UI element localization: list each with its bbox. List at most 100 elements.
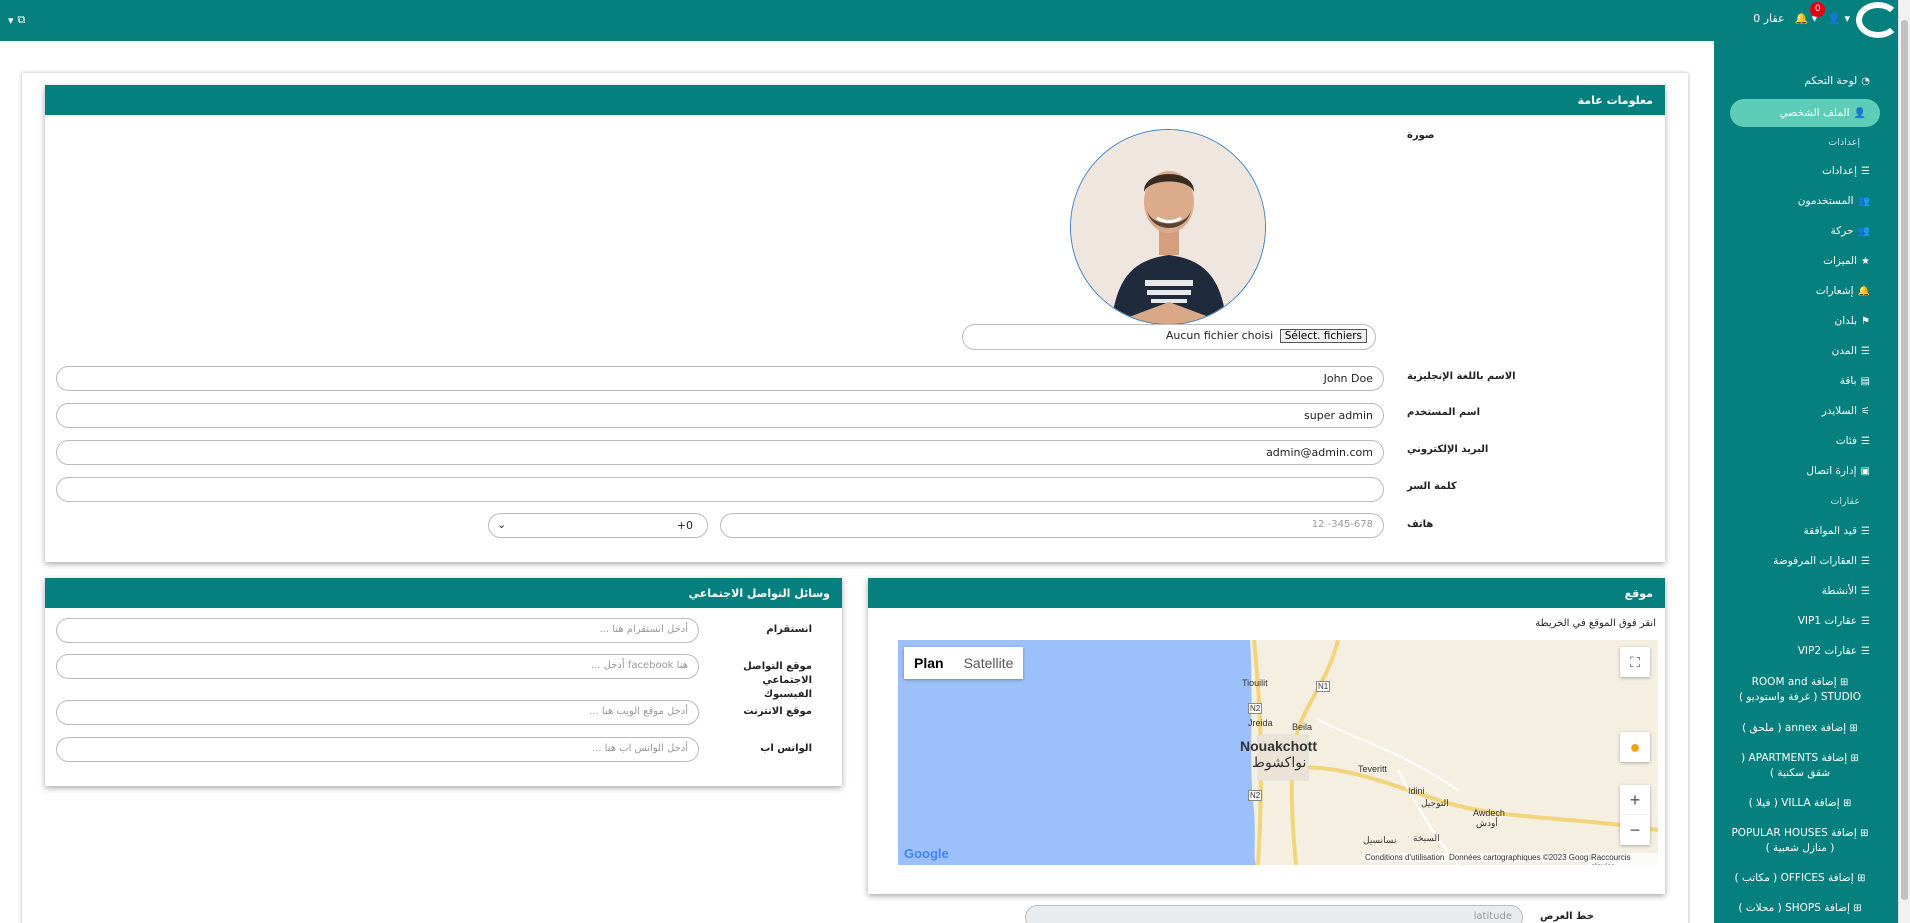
user-menu[interactable]: 👤 ▾: [1827, 12, 1850, 25]
star-icon: ★: [1861, 255, 1870, 267]
page-scrollbar[interactable]: [1898, 0, 1910, 923]
plus-square-icon: ⊞: [1850, 753, 1859, 764]
map-plan-button[interactable]: Plan: [904, 647, 954, 679]
map-place-sebkha: السبخة: [1413, 833, 1440, 843]
chevron-down-icon: ▾: [8, 13, 14, 27]
sidebar-item-add-annex[interactable]: ⊞ إضافة annex ( ملحق ): [1730, 721, 1870, 736]
sidebar-item-vip2[interactable]: ☰ عقارات VIP2: [1798, 645, 1870, 657]
sidebar-item-add-offices[interactable]: ⊞ إضافة OFFICES ( مكاتب ): [1730, 871, 1870, 886]
map-place-teveritt: Teveritt: [1358, 764, 1388, 774]
sidebar-item-notifications[interactable]: 🔔 إشعارات: [1816, 285, 1870, 297]
whatsapp-label: الواتس اب: [760, 743, 812, 754]
street-view-icon[interactable]: ●: [1620, 732, 1650, 762]
sidebar-item-add-shops[interactable]: ⊞ إضافة SHOPS ( محلات ): [1730, 901, 1870, 916]
properties-count[interactable]: 0 عقار: [1753, 12, 1784, 25]
instagram-input[interactable]: ... أدخل انستقرام هنا: [56, 618, 699, 643]
map-road-n2-north: N2: [1248, 703, 1263, 714]
sidebar-item-users[interactable]: 👥 المستخدمون: [1798, 195, 1870, 207]
plus-square-icon: ⊞: [1860, 828, 1869, 839]
sidebar-item-add-popular[interactable]: ⊞ إضافة POPULAR HOUSES ( منازل شعبية ): [1730, 826, 1870, 856]
sidebar-item-agency[interactable]: 👥 حركة: [1831, 225, 1870, 237]
sidebar-item-contact[interactable]: ▣ إدارة اتصال: [1806, 465, 1870, 477]
website-input[interactable]: ... أدخل موقع الويب هنا: [56, 700, 699, 725]
plus-square-icon: ⊞: [1839, 677, 1849, 688]
notifications-button[interactable]: 🔔 ▾ 0: [1794, 2, 1826, 25]
map-road-n1: N1: [1316, 681, 1331, 692]
map-satellite-button[interactable]: Satellite: [954, 647, 1024, 679]
list-icon: ☰: [1861, 555, 1870, 567]
latitude-label: خط العرض: [1540, 911, 1594, 922]
map-shortcuts-link[interactable]: Raccourcis clavier: [1588, 853, 1658, 865]
plus-square-icon: ⊞: [1843, 798, 1852, 809]
sidebar-item-package[interactable]: ▤ باقة: [1840, 375, 1870, 387]
plus-square-icon: ⊞: [1849, 723, 1858, 734]
sidebar-item-add-room[interactable]: ⊞ إضافة ROOM and STUDIO ( غرفة واستوديو …: [1730, 675, 1870, 705]
select-files-button[interactable]: Sélect. fichiers: [1279, 329, 1367, 343]
password-label: كلمة السر: [1407, 481, 1457, 492]
scrollbar-thumb[interactable]: [1901, 20, 1908, 900]
bell-icon: 🔔: [1794, 12, 1809, 25]
flag-icon: ⚑: [1861, 315, 1870, 327]
file-status: Aucun fichier choisi: [1165, 329, 1274, 342]
sidebar-item-profile[interactable]: 👤 الملف الشخصي: [1730, 99, 1880, 127]
sidebar-item-approved[interactable]: ☰ قيد الموافقة: [1804, 525, 1871, 537]
map-city-ar: نواكشوط: [1252, 754, 1307, 770]
plus-square-icon: ⊞: [1853, 903, 1862, 914]
language-switcher[interactable]: ▾ ⧉: [8, 13, 25, 27]
zoom-in-icon[interactable]: +: [1620, 785, 1650, 815]
plus-square-icon: ⊞: [1857, 873, 1866, 884]
email-input[interactable]: admin@admin.com: [56, 440, 1384, 465]
users-icon: 👥: [1857, 225, 1870, 237]
sidebar-item-activities[interactable]: ☰ الأنشطة: [1822, 585, 1870, 597]
list-icon: ☰: [1861, 645, 1870, 657]
map-place-idini: Idini: [1408, 786, 1425, 796]
person-portrait-image: [1071, 130, 1265, 324]
map-place-nesnasil: نسانسيل: [1363, 835, 1397, 845]
map-terms-link[interactable]: Conditions d'utilisation: [1362, 853, 1448, 862]
map-type-control: Plan Satellite: [904, 647, 1024, 679]
password-input[interactable]: [56, 477, 1384, 502]
photo-file-input[interactable]: Aucun fichier choisi Sélect. fichiers: [962, 324, 1376, 350]
sidebar-item-cities[interactable]: ☰ المدن: [1832, 345, 1870, 357]
location-title: موقع: [868, 578, 1665, 608]
phone-input[interactable]: 12 -345-678: [720, 513, 1384, 538]
username-input[interactable]: super admin: [56, 403, 1384, 428]
website-label: موقع الانترنت: [743, 706, 812, 717]
latitude-input[interactable]: latitude: [1025, 905, 1523, 923]
list-icon: ☰: [1861, 435, 1870, 447]
sidebar-section-properties: عقارات: [1830, 496, 1860, 507]
sidebar-item-settings[interactable]: ☰ إعدادات: [1822, 165, 1870, 177]
facebook-label: موقع التواصل الاجتماعي الفيسبوك: [743, 661, 812, 700]
whatsapp-input[interactable]: ... أدخل الواتس اب هنا: [56, 737, 699, 762]
map-data-credit: Données cartographiques ©2023 Google: [1446, 853, 1598, 862]
map-place-awdech: Awdech: [1473, 808, 1505, 818]
sidebar-item-countries[interactable]: ⚑ بلدان: [1834, 315, 1870, 327]
app-logo[interactable]: [1856, 2, 1900, 38]
map-hint: انقر فوق الموقع في الخريطة: [1535, 618, 1656, 629]
sidebar-item-vip1[interactable]: ☰ عقارات VIP1: [1798, 615, 1870, 627]
user-icon: 👤: [1853, 107, 1866, 119]
sidebar-item-add-apartments[interactable]: ⊞ إضافة APARTMENTS ( شقق سكنية ): [1730, 751, 1870, 781]
phone-code-value: +0: [676, 519, 693, 532]
map-place-tiouilit: Tiouilit: [1242, 678, 1268, 688]
sidebar-item-add-villa[interactable]: ⊞ إضافة VILLA ( فيلا ): [1730, 796, 1870, 811]
dashboard-icon: ◔: [1861, 75, 1870, 87]
sidebar-item-features[interactable]: ★ الميزات: [1823, 255, 1870, 267]
phone-code-select[interactable]: ⌄ +0: [488, 513, 708, 538]
google-logo: Google: [904, 846, 949, 861]
map-place-beila: Beila: [1292, 722, 1313, 732]
bell-icon: 🔔: [1857, 285, 1870, 297]
name-en-input[interactable]: John Doe: [56, 366, 1384, 391]
sidebar-item-categories[interactable]: ☰ فئات: [1836, 435, 1870, 447]
sidebar-item-dashboard[interactable]: ◔ لوحة التحكم: [1804, 75, 1870, 87]
facebook-input[interactable]: ... أدخل facebook هنا: [56, 654, 699, 679]
photo-label: صورة: [1407, 130, 1435, 141]
sidebar-item-sliders[interactable]: ⚟ السلايدر: [1822, 405, 1870, 417]
map-place-awdech-ar: أودش: [1476, 818, 1498, 828]
top-bar: ▾ ⧉ 👤 ▾ 🔔 ▾ 0 0 عقار: [0, 0, 1910, 41]
location-map[interactable]: Plan Satellite ⛶ ● + − Tiouilit N2 N1 Jr…: [898, 640, 1658, 865]
sidebar-item-rejected[interactable]: ☰ العقارات المرفوضة: [1773, 555, 1870, 567]
list-icon: ☰: [1861, 165, 1870, 177]
zoom-out-icon[interactable]: −: [1620, 815, 1650, 845]
fullscreen-icon[interactable]: ⛶: [1620, 647, 1650, 677]
